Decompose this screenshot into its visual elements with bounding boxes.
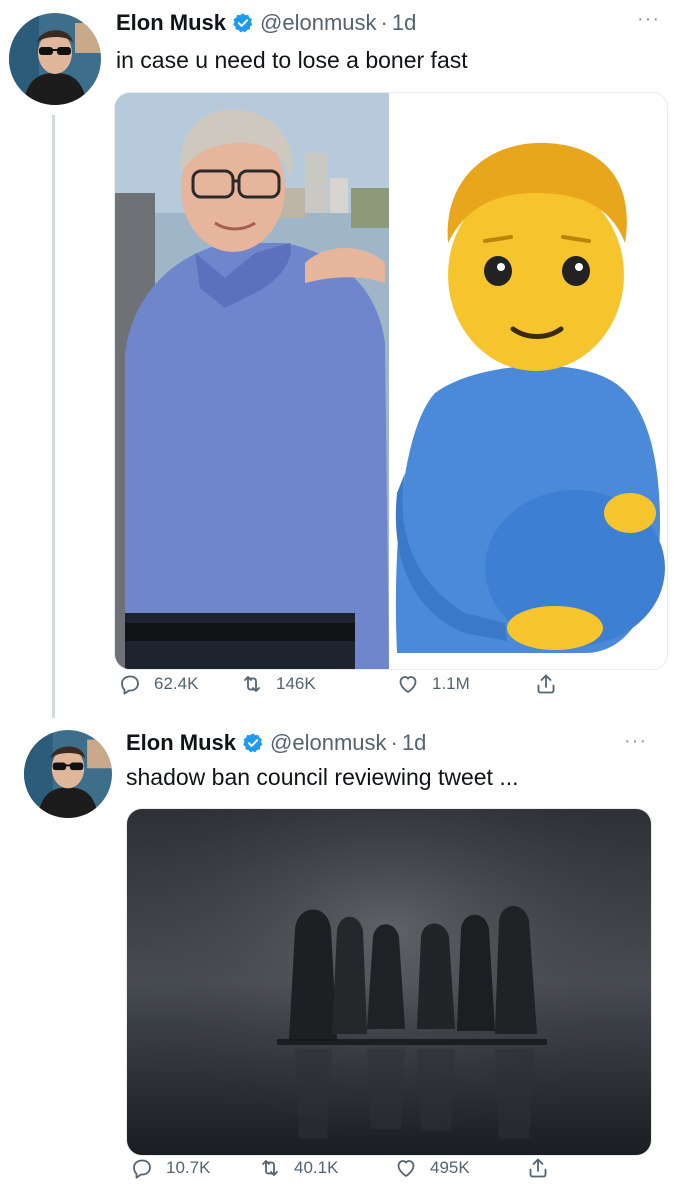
reply-icon [133,1159,151,1179]
more-icon[interactable]: ··· [637,8,660,31]
tweet-header: Elon Musk @elonmusk · 1d [126,730,426,756]
reply-button[interactable]: 62.4K [118,672,198,696]
verified-badge-icon [232,12,254,34]
like-button[interactable]: 1.1M [396,672,470,696]
avatar[interactable] [9,13,101,105]
avatar[interactable] [24,730,112,818]
author-handle[interactable]: @elonmusk [270,730,387,756]
share-icon [537,674,555,694]
retweet-count: 146K [276,674,316,693]
reply-count: 10.7K [166,1158,211,1177]
tweet-media[interactable] [114,92,668,670]
tweet-text: in case u need to lose a boner fast [116,47,468,73]
retweet-icon [262,1160,278,1176]
retweet-icon [244,676,260,692]
reply-icon [121,675,139,695]
pregnant-man-emoji [391,93,667,669]
author-name[interactable]: Elon Musk [116,10,226,36]
like-button[interactable]: 495K [394,1156,470,1180]
reply-count: 62.4K [154,674,199,693]
photo-man-blue-shirt [115,93,389,669]
verified-badge-icon [242,732,264,754]
more-icon[interactable]: ··· [624,730,647,753]
tweet[interactable]: Elon Musk @elonmusk · 1d ··· shadow ban … [0,722,674,1200]
timestamp[interactable]: 1d [392,10,416,36]
tweet-text: shadow ban council reviewing tweet ... [126,764,519,790]
like-count: 495K [430,1158,470,1177]
tweet[interactable]: Elon Musk @elonmusk · 1d ··· in case u n… [0,0,674,720]
retweet-count: 40.1K [294,1158,339,1177]
like-count: 1.1M [432,674,470,693]
heart-icon [397,1160,415,1177]
reply-button[interactable]: 10.7K [130,1156,210,1180]
share-button[interactable] [534,672,570,696]
share-button[interactable] [526,1156,562,1180]
separator: · [390,730,398,755]
hooded-figures-photo [127,809,651,1155]
share-icon [529,1158,547,1178]
tweet-header: Elon Musk @elonmusk · 1d [116,10,416,36]
separator: · [380,10,388,35]
retweet-button[interactable]: 40.1K [258,1156,338,1180]
author-handle[interactable]: @elonmusk [260,10,377,36]
thread-line [52,115,55,718]
heart-icon [399,676,417,693]
retweet-button[interactable]: 146K [240,672,316,696]
tweet-media[interactable] [126,808,652,1156]
author-name[interactable]: Elon Musk [126,730,236,756]
timestamp[interactable]: 1d [402,730,426,756]
